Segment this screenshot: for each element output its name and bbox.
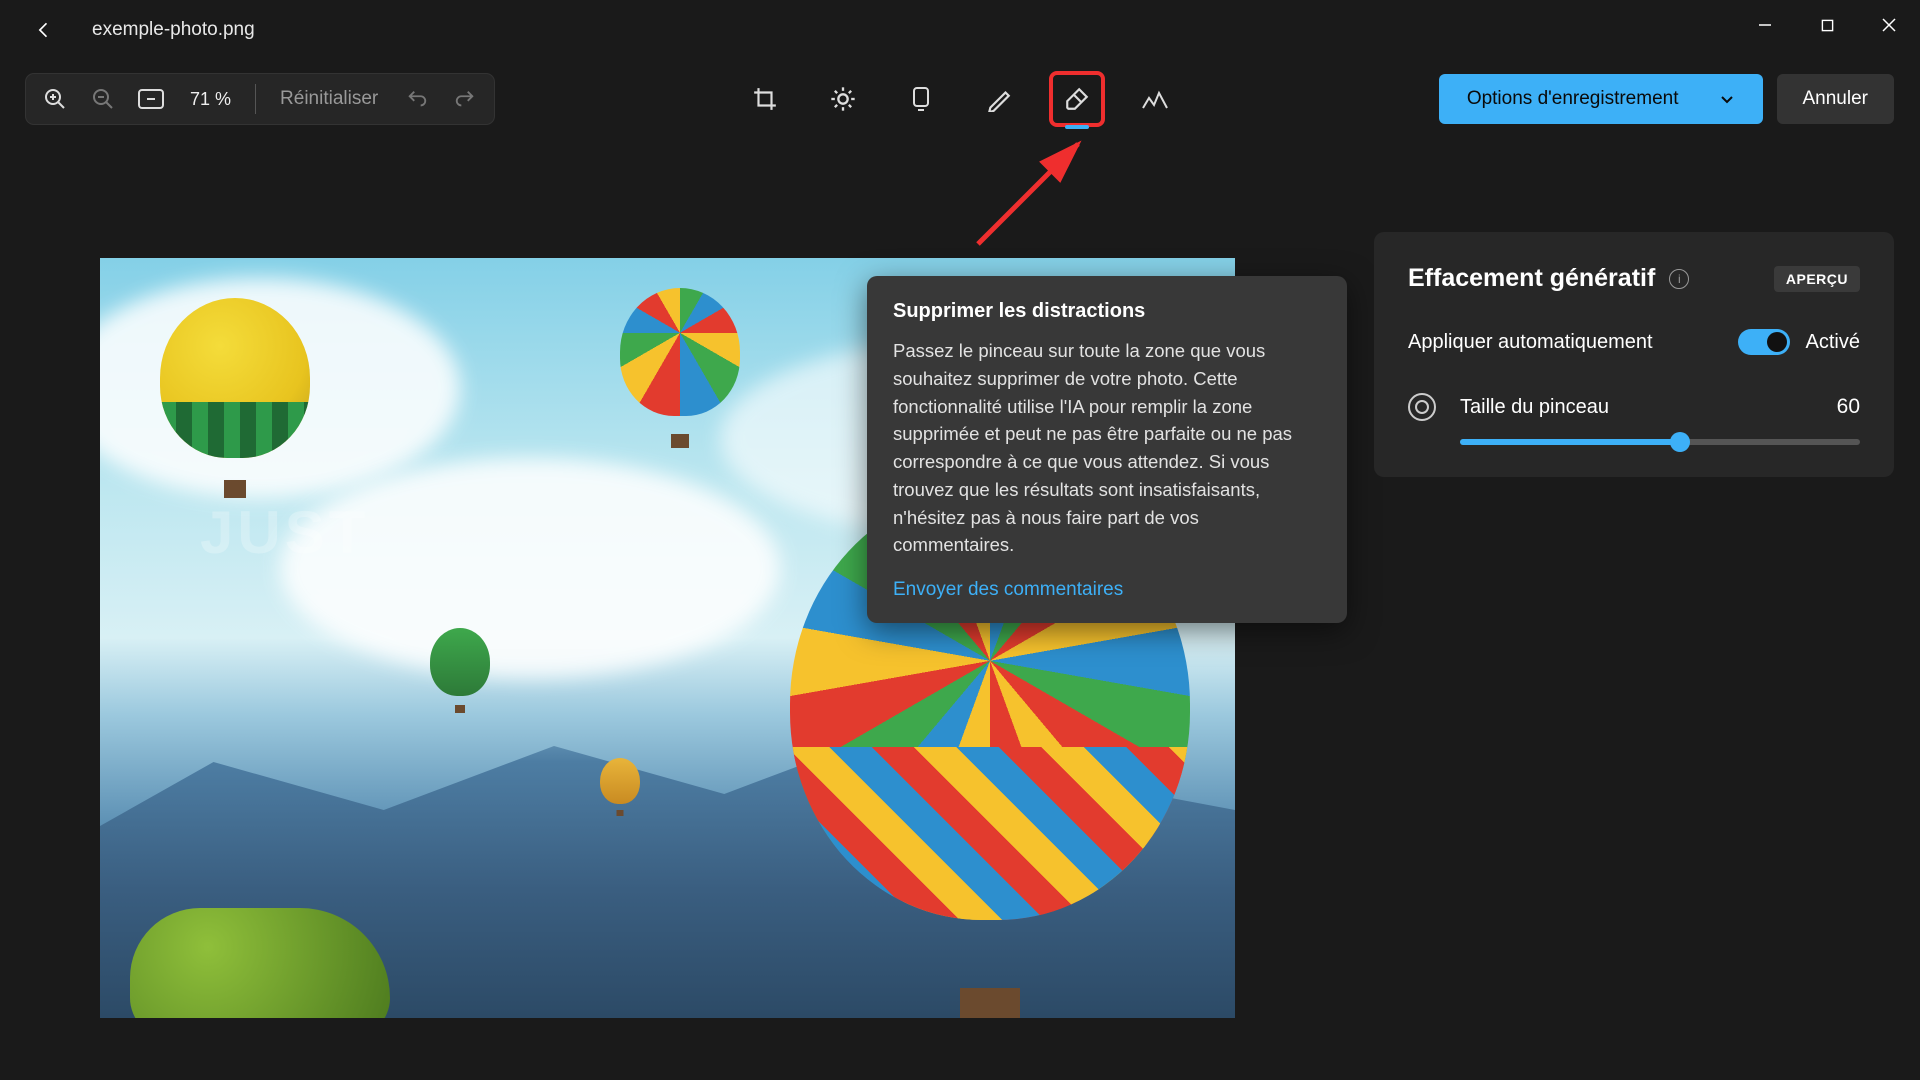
panel-title: Effacement génératif: [1408, 264, 1655, 293]
adjust-tool[interactable]: [823, 79, 863, 119]
undo-icon[interactable]: [402, 84, 432, 114]
minimize-button[interactable]: [1734, 0, 1796, 50]
save-options-button[interactable]: Options d'enregistrement: [1439, 74, 1763, 124]
feedback-link[interactable]: Envoyer des commentaires: [893, 579, 1123, 600]
erase-tool[interactable]: [1057, 79, 1097, 119]
save-options-label: Options d'enregistrement: [1467, 88, 1679, 110]
background-tool[interactable]: [1135, 79, 1175, 119]
crop-tool[interactable]: [745, 79, 785, 119]
fit-icon[interactable]: [136, 84, 166, 114]
info-icon[interactable]: i: [1669, 269, 1689, 289]
toolbar: 71 % Réinitialiser: [0, 60, 1920, 140]
auto-apply-toggle[interactable]: [1738, 329, 1790, 355]
filter-tool[interactable]: [901, 79, 941, 119]
brush-size-icon: [1408, 393, 1436, 421]
feature-tooltip: Supprimer les distractions Passez le pin…: [867, 276, 1347, 623]
annotation-arrow: [968, 124, 1098, 254]
chevron-down-icon: [1719, 91, 1735, 107]
cancel-label: Annuler: [1803, 88, 1869, 110]
action-buttons: Options d'enregistrement Annuler: [1439, 74, 1894, 124]
toggle-state: Activé: [1806, 331, 1860, 354]
back-button[interactable]: [26, 12, 62, 48]
zoom-out-icon[interactable]: [88, 84, 118, 114]
markup-tool[interactable]: [979, 79, 1019, 119]
watermark-text: JUST: [200, 498, 369, 567]
tooltip-title: Supprimer les distractions: [893, 300, 1321, 323]
zoom-toolbar: 71 % Réinitialiser: [26, 74, 494, 124]
cancel-button[interactable]: Annuler: [1777, 74, 1895, 124]
reset-button[interactable]: Réinitialiser: [274, 88, 384, 110]
brush-size-label: Taille du pinceau: [1460, 395, 1813, 420]
tooltip-body: Passez le pinceau sur toute la zone que …: [893, 337, 1321, 559]
brush-size-value: 60: [1837, 395, 1860, 419]
close-button[interactable]: [1858, 0, 1920, 50]
preview-badge: APERÇU: [1774, 266, 1860, 292]
redo-icon[interactable]: [450, 84, 480, 114]
zoom-percent: 71 %: [184, 89, 237, 110]
divider: [255, 84, 256, 114]
filename: exemple-photo.png: [92, 19, 255, 41]
zoom-in-icon[interactable]: [40, 84, 70, 114]
edit-tools: [745, 74, 1175, 124]
auto-apply-label: Appliquer automatiquement: [1408, 331, 1738, 354]
maximize-button[interactable]: [1796, 0, 1858, 50]
title-bar: exemple-photo.png: [0, 0, 1920, 60]
window-controls: [1734, 0, 1920, 50]
brush-size-slider[interactable]: [1460, 439, 1860, 445]
generative-erase-panel: Effacement génératif i APERÇU Appliquer …: [1374, 232, 1894, 477]
